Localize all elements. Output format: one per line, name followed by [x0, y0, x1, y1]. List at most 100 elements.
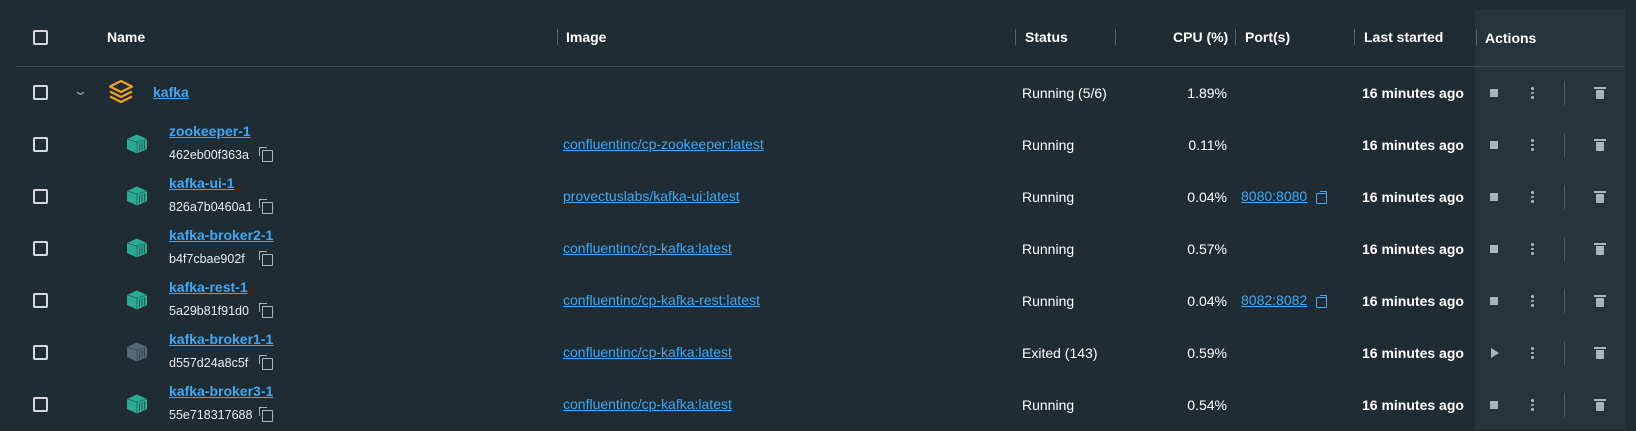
column-header-status[interactable]: Status [1025, 29, 1068, 45]
last-started-text: 16 minutes ago [1362, 85, 1464, 101]
column-header-cpu[interactable]: CPU (%) [1173, 29, 1228, 45]
status-text: Running (5/6) [1022, 85, 1107, 101]
status-text: Exited (143) [1022, 345, 1098, 361]
image-link[interactable]: confluentinc/cp-kafka:latest [563, 240, 732, 256]
select-all-checkbox[interactable] [33, 30, 48, 45]
chevron-down-icon[interactable]: ⌄ [73, 83, 88, 99]
stop-icon[interactable] [1490, 141, 1498, 149]
stop-icon[interactable] [1490, 401, 1498, 409]
copy-icon[interactable] [259, 407, 273, 422]
trash-icon[interactable] [1594, 399, 1606, 411]
row-checkbox[interactable] [33, 189, 48, 204]
kebab-menu-icon[interactable] [1531, 243, 1534, 257]
column-header-last-started[interactable]: Last started [1364, 29, 1443, 45]
column-separator[interactable] [1476, 29, 1477, 45]
column-header-name[interactable]: Name [107, 29, 145, 45]
container-row[interactable]: kafka-broker2-1 b4f7cbae902f confluentin… [0, 223, 1636, 275]
container-id: 55e718317688 [169, 408, 253, 422]
kebab-menu-icon[interactable] [1531, 191, 1534, 205]
row-checkbox[interactable] [33, 241, 48, 256]
kebab-menu-icon[interactable] [1531, 295, 1534, 309]
stop-icon[interactable] [1490, 89, 1498, 97]
container-row[interactable]: kafka-broker3-1 55e718317688 confluentin… [0, 379, 1636, 431]
play-icon[interactable] [1491, 348, 1499, 358]
image-link[interactable]: confluentinc/cp-kafka:latest [563, 396, 732, 412]
actions-divider [1564, 81, 1565, 105]
cpu-value: 0.54% [1187, 397, 1227, 413]
copy-icon[interactable] [259, 251, 273, 266]
actions-divider [1564, 341, 1565, 365]
stop-icon[interactable] [1490, 245, 1498, 253]
container-name-link[interactable]: kafka-broker2-1 [169, 227, 273, 243]
image-link[interactable]: confluentinc/cp-zookeeper:latest [563, 136, 764, 152]
external-link-icon[interactable] [1316, 191, 1327, 204]
copy-icon[interactable] [259, 303, 273, 318]
status-text: Running [1022, 293, 1075, 309]
container-row[interactable]: zookeeper-1 462eb00f363a confluentinc/cp… [0, 119, 1636, 171]
actions-divider [1564, 393, 1565, 417]
column-header-ports[interactable]: Port(s) [1245, 29, 1290, 45]
status-text: Running [1022, 241, 1075, 257]
port-link[interactable]: 8080:8080 [1241, 188, 1307, 204]
stack-layers-icon [108, 79, 134, 104]
row-checkbox[interactable] [33, 85, 48, 100]
column-separator[interactable] [1354, 29, 1355, 45]
row-checkbox[interactable] [33, 397, 48, 412]
cpu-value: 0.11% [1188, 137, 1227, 153]
image-link[interactable]: confluentinc/cp-kafka-rest:latest [563, 292, 760, 308]
container-icon [126, 186, 148, 206]
actions-divider [1564, 133, 1565, 157]
container-id: d557d24a8c5f [169, 356, 249, 370]
last-started-text: 16 minutes ago [1362, 137, 1464, 153]
actions-divider [1564, 289, 1565, 313]
container-icon [126, 238, 148, 258]
column-separator[interactable] [557, 29, 558, 45]
port-link[interactable]: 8082:8082 [1241, 292, 1307, 308]
cpu-value: 0.04% [1187, 293, 1227, 309]
column-separator[interactable] [1235, 29, 1236, 45]
container-name-link[interactable]: zookeeper-1 [169, 123, 251, 139]
kebab-menu-icon[interactable] [1531, 139, 1534, 153]
image-link[interactable]: provectuslabs/kafka-ui:latest [563, 188, 740, 204]
container-row[interactable]: kafka-ui-1 826a7b0460a1 provectuslabs/ka… [0, 171, 1636, 223]
last-started-text: 16 minutes ago [1362, 293, 1464, 309]
status-text: Running [1022, 137, 1075, 153]
kebab-menu-icon[interactable] [1531, 347, 1534, 361]
image-link[interactable]: confluentinc/cp-kafka:latest [563, 344, 732, 360]
container-icon [126, 134, 148, 154]
external-link-icon[interactable] [1316, 295, 1327, 308]
column-separator[interactable] [1015, 29, 1016, 45]
copy-icon[interactable] [259, 199, 273, 214]
copy-icon[interactable] [259, 147, 273, 162]
stop-icon[interactable] [1490, 297, 1498, 305]
trash-icon[interactable] [1594, 191, 1606, 203]
trash-icon[interactable] [1594, 87, 1606, 99]
container-row[interactable]: kafka-broker1-1 d557d24a8c5f confluentin… [0, 327, 1636, 379]
stack-row[interactable]: ⌄ kafka Running (5/6) 1.89% 16 minutes a… [0, 67, 1636, 119]
column-header-image[interactable]: Image [566, 29, 606, 45]
kebab-menu-icon[interactable] [1531, 399, 1534, 413]
trash-icon[interactable] [1594, 347, 1606, 359]
container-name-link[interactable]: kafka-broker3-1 [169, 383, 273, 399]
cpu-value: 0.57% [1187, 241, 1227, 257]
container-id: b4f7cbae902f [169, 252, 245, 266]
stack-name-link[interactable]: kafka [153, 84, 189, 100]
row-checkbox[interactable] [33, 137, 48, 152]
container-icon [126, 342, 148, 362]
trash-icon[interactable] [1594, 295, 1606, 307]
row-checkbox[interactable] [33, 293, 48, 308]
container-row[interactable]: kafka-rest-1 5a29b81f91d0 confluentinc/c… [0, 275, 1636, 327]
trash-icon[interactable] [1594, 243, 1606, 255]
stop-icon[interactable] [1490, 193, 1498, 201]
container-name-link[interactable]: kafka-broker1-1 [169, 331, 273, 347]
container-id: 826a7b0460a1 [169, 200, 253, 214]
container-name-link[interactable]: kafka-ui-1 [169, 175, 234, 191]
column-separator[interactable] [1115, 29, 1116, 45]
container-name-link[interactable]: kafka-rest-1 [169, 279, 248, 295]
kebab-menu-icon[interactable] [1531, 87, 1534, 101]
copy-icon[interactable] [259, 355, 273, 370]
actions-divider [1564, 237, 1565, 261]
container-id: 462eb00f363a [169, 148, 249, 162]
trash-icon[interactable] [1594, 139, 1606, 151]
row-checkbox[interactable] [33, 345, 48, 360]
